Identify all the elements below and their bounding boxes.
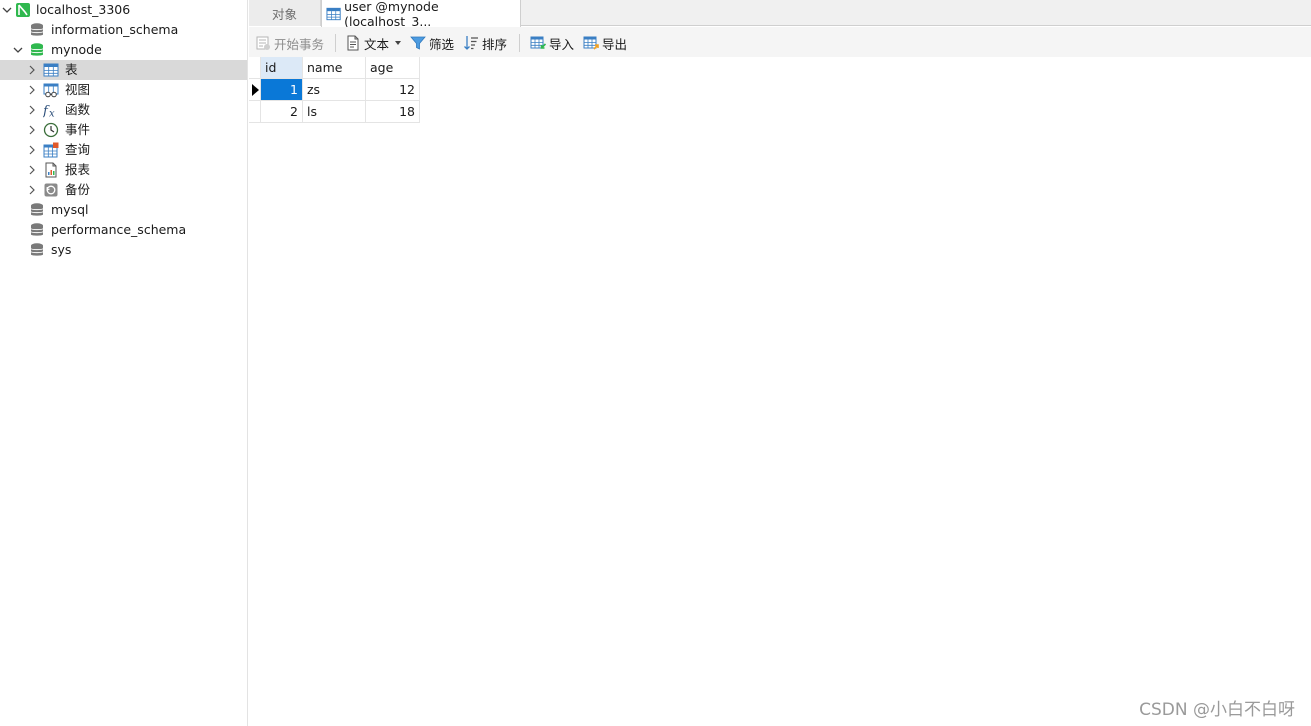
table-cell-name[interactable]: ls (303, 101, 366, 123)
export-label: 导出 (602, 36, 628, 52)
tree-item-views[interactable]: 视图 (0, 80, 247, 100)
tree-item-label: 备份 (65, 182, 91, 197)
database-icon (29, 222, 45, 238)
begin-transaction-button[interactable]: 开始事务 (255, 33, 324, 53)
tree-item-label: sys (51, 242, 72, 257)
tree-item-database[interactable]: mysql (0, 200, 247, 220)
row-header-corner (249, 57, 261, 79)
tree-item-database[interactable]: sys (0, 240, 247, 260)
tree-item-database-mynode[interactable]: mynode (0, 40, 247, 60)
svg-text:x: x (49, 109, 55, 119)
table-cell-age[interactable]: 12 (366, 79, 420, 101)
toolbar-separator (519, 34, 520, 52)
column-header-age[interactable]: age (366, 57, 420, 79)
chevron-right-icon[interactable] (27, 165, 37, 175)
sort-icon (464, 36, 478, 50)
row-indicator[interactable] (249, 101, 261, 123)
tree-item-label: 报表 (65, 162, 91, 177)
table-cell-id[interactable]: 1 (261, 79, 303, 101)
tree-item-label: 视图 (65, 82, 91, 97)
table-icon (326, 7, 341, 20)
tree-item-database[interactable]: performance_schema (0, 220, 247, 240)
tree-item-events[interactable]: 事件 (0, 120, 247, 140)
connection-icon (15, 2, 31, 18)
current-row-icon (252, 84, 259, 96)
filter-icon (410, 36, 426, 50)
chevron-down-icon[interactable] (13, 45, 23, 55)
tree-item-tables[interactable]: 表 (0, 60, 247, 80)
report-icon (43, 162, 59, 178)
tree-item-connection[interactable]: localhost_3306 (0, 0, 247, 20)
toolbar-separator (335, 34, 336, 52)
query-icon (43, 142, 59, 158)
tab-bar: 对象 user @mynode (localhost_3... (249, 0, 1311, 29)
import-button[interactable]: 导入 (530, 33, 574, 53)
database-icon (29, 42, 45, 58)
event-icon (43, 122, 59, 138)
tab-user-table[interactable]: user @mynode (localhost_3... (321, 0, 521, 29)
export-button[interactable]: 导出 (583, 33, 627, 53)
transaction-icon (256, 36, 270, 50)
chevron-down-icon[interactable] (395, 41, 402, 45)
tree-item-functions[interactable]: fx 函数 (0, 100, 247, 120)
tree-item-label: 函数 (65, 102, 91, 117)
document-icon (347, 35, 359, 51)
filter-label: 筛选 (429, 36, 455, 52)
tree-item-label: localhost_3306 (36, 2, 131, 17)
view-icon (43, 82, 59, 98)
tree-item-queries[interactable]: 查询 (0, 140, 247, 160)
chevron-right-icon[interactable] (27, 125, 37, 135)
column-header-id[interactable]: id (261, 57, 303, 79)
tree-item-backups[interactable]: 备份 (0, 180, 247, 200)
toolbar: 开始事务 文本 筛选 排序 导入 导出 (249, 27, 1311, 57)
text-view-label: 文本 (364, 36, 390, 52)
navigation-tree: localhost_3306 information_schema mynode… (0, 0, 248, 726)
column-header-name[interactable]: name (303, 57, 366, 79)
tree-item-label: performance_schema (51, 222, 187, 237)
table-cell-age[interactable]: 18 (366, 101, 420, 123)
database-icon (29, 202, 45, 218)
tree-item-reports[interactable]: 报表 (0, 160, 247, 180)
text-view-button[interactable]: 文本 (345, 33, 402, 53)
tree-item-label: information_schema (51, 22, 179, 37)
tab-objects[interactable]: 对象 (249, 0, 321, 26)
backup-icon (43, 182, 59, 198)
table-icon (43, 62, 59, 78)
chevron-right-icon[interactable] (27, 85, 37, 95)
chevron-right-icon[interactable] (27, 185, 37, 195)
chevron-right-icon[interactable] (27, 105, 37, 115)
tree-item-label: 查询 (65, 142, 91, 157)
import-icon (530, 36, 546, 49)
database-icon (29, 22, 45, 38)
sort-button[interactable]: 排序 (463, 33, 507, 53)
tab-label: 对象 (271, 6, 297, 22)
tree-item-label: 表 (65, 62, 78, 77)
begin-transaction-label: 开始事务 (274, 36, 325, 52)
chevron-right-icon[interactable] (27, 65, 37, 75)
table-cell-id[interactable]: 2 (261, 101, 303, 123)
database-icon (29, 242, 45, 258)
tree-item-label: mynode (51, 42, 102, 57)
tree-item-label: 事件 (65, 122, 91, 137)
filter-button[interactable]: 筛选 (410, 33, 454, 53)
export-icon (583, 36, 599, 50)
tree-item-label: mysql (51, 202, 89, 217)
function-icon: fx (43, 102, 59, 118)
sort-label: 排序 (482, 36, 508, 52)
import-label: 导入 (549, 36, 575, 52)
chevron-down-icon[interactable] (2, 5, 12, 15)
table-cell-name[interactable]: zs (303, 79, 366, 101)
chevron-right-icon[interactable] (27, 145, 37, 155)
tab-label: user @mynode (localhost_3... (344, 0, 439, 29)
watermark: CSDN @小白不白呀 (1139, 700, 1295, 720)
row-indicator[interactable] (249, 79, 261, 101)
tree-item-database[interactable]: information_schema (0, 20, 247, 40)
